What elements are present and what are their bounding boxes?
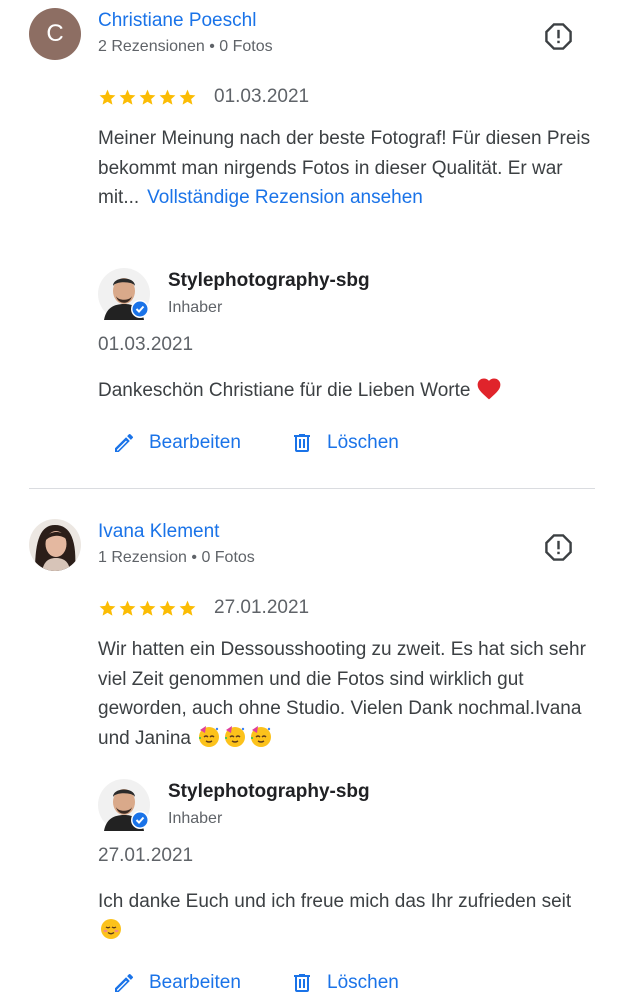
- reply-body: Dankeschön Christiane für die Lieben Wor…: [98, 380, 471, 401]
- owner-name: Stylephotography-sbg: [168, 270, 370, 291]
- star-rating: [98, 88, 197, 107]
- review-text: Wir hatten ein Dessousshooting zu zweit.…: [98, 635, 598, 753]
- edit-button[interactable]: Bearbeiten: [112, 971, 241, 995]
- edit-label: Bearbeiten: [149, 972, 241, 993]
- smiling-face-icon: [101, 918, 121, 939]
- owner-name: Stylephotography-sbg: [168, 781, 370, 802]
- star-icon: [118, 88, 137, 107]
- star-icon: [158, 88, 177, 107]
- reviewer-meta: 1 Rezension • 0 Fotos: [98, 549, 255, 566]
- star-icon: [138, 599, 157, 618]
- rating-row: 27.01.2021: [98, 597, 309, 619]
- owner-avatar: [98, 268, 150, 320]
- owner-avatar: [98, 779, 150, 831]
- reply-text: Ich danke Euch und ich freue mich das Ih…: [98, 887, 598, 946]
- review-body: Wir hatten ein Dessousshooting zu zweit.…: [98, 639, 586, 749]
- edit-button[interactable]: Bearbeiten: [112, 431, 241, 455]
- report-icon[interactable]: [544, 533, 573, 562]
- delete-button[interactable]: Löschen: [290, 971, 399, 995]
- trash-icon: [290, 971, 314, 995]
- trash-icon: [290, 431, 314, 455]
- edit-label: Bearbeiten: [149, 432, 241, 453]
- star-icon: [98, 88, 117, 107]
- rating-row: 01.03.2021: [98, 86, 309, 108]
- report-icon[interactable]: [544, 22, 573, 51]
- delete-label: Löschen: [327, 972, 399, 993]
- owner-role: Inhaber: [168, 299, 223, 316]
- reviewer-avatar[interactable]: [29, 519, 81, 571]
- star-icon: [98, 599, 117, 618]
- reply-text: Dankeschön Christiane für die Lieben Wor…: [98, 376, 598, 406]
- partying-face-icon: [251, 725, 272, 747]
- reviewer-name[interactable]: Ivana Klement: [98, 521, 219, 543]
- partying-face-emojis: [196, 725, 274, 749]
- avatar-letter: C: [46, 20, 64, 47]
- star-icon: [158, 599, 177, 618]
- reviewer-avatar[interactable]: C: [29, 8, 81, 60]
- reply-date: 27.01.2021: [98, 845, 194, 866]
- reviewer-meta: 2 Rezensionen • 0 Fotos: [98, 38, 273, 55]
- star-rating: [98, 599, 197, 618]
- delete-label: Löschen: [327, 432, 399, 453]
- reply-date: 01.03.2021: [98, 334, 194, 355]
- heart-emoji-icon: [477, 378, 501, 400]
- reply-body: Ich danke Euch und ich freue mich das Ih…: [98, 891, 572, 912]
- star-icon: [138, 88, 157, 107]
- pencil-icon: [112, 971, 136, 995]
- star-icon: [118, 599, 137, 618]
- review-divider: [29, 488, 595, 489]
- delete-button[interactable]: Löschen: [290, 431, 399, 455]
- star-icon: [178, 88, 197, 107]
- full-review-link[interactable]: Vollständige Rezension ansehen: [147, 187, 423, 208]
- review-date: 01.03.2021: [214, 86, 310, 107]
- partying-face-icon: [199, 725, 220, 747]
- review-text: Meiner Meinung nach der beste Fotograf! …: [98, 124, 598, 213]
- star-icon: [178, 599, 197, 618]
- pencil-icon: [112, 431, 136, 455]
- reviewer-name[interactable]: Christiane Poeschl: [98, 10, 256, 32]
- review-date: 27.01.2021: [214, 597, 310, 618]
- owner-role: Inhaber: [168, 810, 223, 827]
- partying-face-icon: [225, 725, 246, 747]
